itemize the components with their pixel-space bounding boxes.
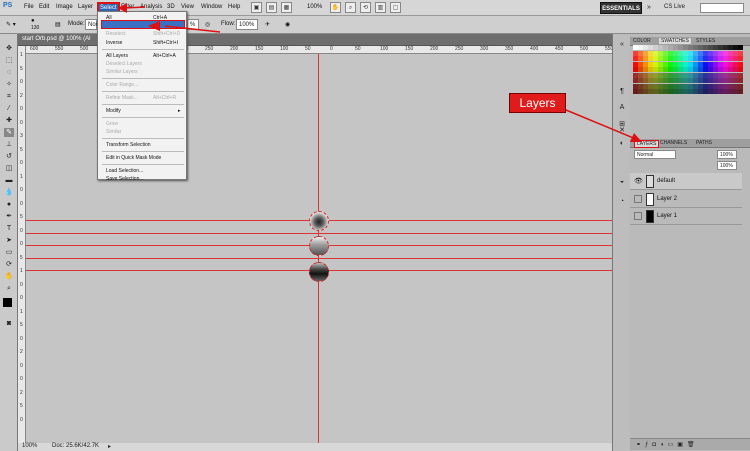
arrow-to-deselect [164, 25, 221, 33]
arrowhead-select-menu [118, 3, 127, 13]
layers-callout: Layers [509, 93, 566, 113]
arrowhead-deselect [148, 21, 160, 31]
arrow-to-layers-tab [565, 109, 637, 140]
arrow-to-select-menu [123, 6, 146, 9]
annotation-arrows [118, 3, 642, 142]
